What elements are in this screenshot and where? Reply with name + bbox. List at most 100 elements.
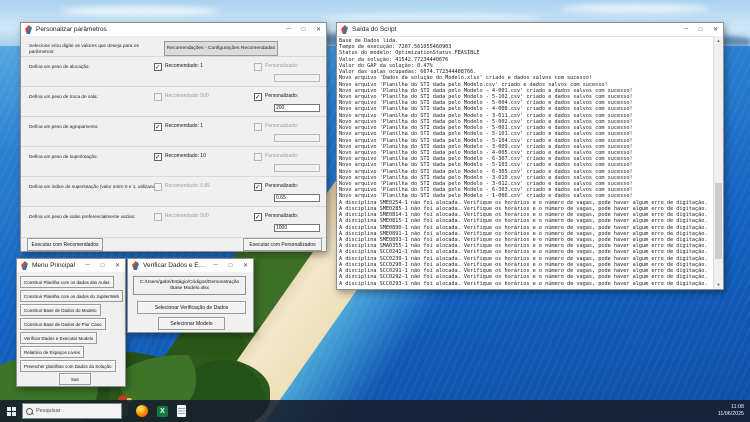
firefox-icon[interactable]	[136, 405, 148, 417]
scroll-down-icon[interactable]	[714, 280, 723, 289]
scroll-up-icon[interactable]	[714, 36, 723, 45]
recommended-label: Recomendado: 1	[165, 63, 203, 69]
console-output: Base de Dados lida. Tempo de execução: 7…	[337, 37, 714, 288]
titlebar[interactable]: Menu Principal	[17, 259, 125, 272]
custom-label: Personalizado:	[265, 183, 298, 189]
taskbar: Pesquisar 11:08 11/06/2025	[0, 400, 750, 422]
excel-icon[interactable]	[157, 406, 168, 417]
custom-label: Personalizado:	[265, 123, 298, 129]
search-icon	[26, 408, 33, 415]
recommended-checkbox[interactable]: Recomendado: 500	[154, 93, 209, 101]
recommended-checkbox[interactable]: Recomendado: 500	[154, 213, 209, 221]
recommended-checkbox[interactable]: Recomendado: 1	[154, 63, 203, 71]
recommended-label: Recomendado: 10	[165, 153, 206, 159]
checkbox-icon	[154, 63, 162, 71]
window-saida-do-script: Saída do Script Base de Dados lida. Temp…	[336, 22, 724, 290]
custom-checkbox[interactable]: Personalizado:	[254, 153, 298, 161]
checkbox-icon	[254, 63, 262, 71]
menu-button-base-dados-modelo[interactable]: Construir Base de Dados do Modelo	[20, 304, 101, 316]
run-custom-button[interactable]: Executar com Personalizados	[243, 238, 322, 251]
recommended-checkbox[interactable]: Recomendado: 0.85	[154, 183, 210, 191]
recommended-checkbox[interactable]: Recomendado: 10	[154, 153, 206, 161]
custom-value-input[interactable]	[274, 164, 320, 172]
titlebar[interactable]: Saída do Script	[337, 23, 723, 36]
run-recommended-button[interactable]: Executar com Recomendados	[27, 238, 103, 251]
custom-checkbox[interactable]: Personalizado:	[254, 93, 298, 101]
python-feather-icon	[341, 25, 348, 34]
clock-date: 11/06/2025	[718, 411, 744, 418]
minimize-icon[interactable]	[281, 23, 296, 36]
custom-label: Personalizado:	[265, 63, 298, 69]
checkbox-icon	[154, 93, 162, 101]
menu-button-sair[interactable]: Sair	[59, 373, 91, 385]
close-icon[interactable]	[311, 23, 326, 36]
recommended-label: Recomendado: 500	[165, 213, 209, 219]
param-label: Defina um peso de salas preferencialment…	[29, 214, 155, 219]
param-label: Defina um peso de alocação:	[29, 64, 155, 69]
maximize-icon[interactable]	[693, 23, 708, 36]
maximize-icon[interactable]	[95, 259, 110, 272]
start-button[interactable]	[0, 400, 22, 422]
custom-label: Personalizado:	[265, 153, 298, 159]
custom-checkbox[interactable]: Personalizado:	[254, 213, 298, 221]
python-feather-icon	[132, 261, 139, 270]
close-icon[interactable]	[708, 23, 723, 36]
recommended-checkbox[interactable]: Recomendado: 1	[154, 123, 203, 131]
param-row-troca-sala: Defina um peso de troca de sala: Recomen…	[21, 86, 326, 117]
select-model-button[interactable]: Selecionar Modelo	[158, 317, 225, 330]
recommended-label: Recomendado: 1	[165, 123, 203, 129]
param-row-superlotacao: Defina um peso de superlotação: Recomend…	[21, 146, 326, 177]
custom-checkbox[interactable]: Personalizado:	[254, 123, 298, 131]
maximize-icon[interactable]	[296, 23, 311, 36]
param-label: Defina um peso de agrupamento:	[29, 124, 155, 129]
checkbox-icon	[254, 213, 262, 221]
recommended-label: Recomendado: 500	[165, 93, 209, 99]
custom-value-input[interactable]	[274, 194, 320, 202]
document-app-icon[interactable]	[177, 405, 186, 417]
param-row-agrupamento: Defina um peso de agrupamento: Recomenda…	[21, 116, 326, 147]
maximize-icon[interactable]	[223, 259, 238, 272]
menu-button-preencher-planilhas[interactable]: Preencher planilhas com Dados da Solução	[20, 360, 116, 372]
custom-checkbox[interactable]: Personalizado:	[254, 63, 298, 71]
titlebar[interactable]: Personalizar parâmetros	[21, 23, 326, 36]
custom-checkbox[interactable]: Personalizado:	[254, 183, 298, 191]
custom-value-input[interactable]	[274, 74, 320, 82]
close-icon[interactable]	[238, 259, 253, 272]
menu-button-planilha-jupiterweb[interactable]: Construir Planilha com os dados do Jupit…	[20, 290, 123, 302]
minimize-icon[interactable]	[678, 23, 693, 36]
taskbar-search[interactable]: Pesquisar	[22, 403, 122, 419]
menu-button-planilha-aulas[interactable]: Construir Planilha com os dados das Aula…	[20, 276, 114, 288]
select-verification-button[interactable]: Selecionar Verificação de Dados	[137, 301, 246, 314]
window-title: Personalizar parâmetros	[36, 26, 281, 33]
checkbox-icon	[154, 153, 162, 161]
custom-value-input[interactable]	[274, 134, 320, 142]
minimize-icon[interactable]	[208, 259, 223, 272]
window-personalizar-parametros: Personalizar parâmetros Selecione e/ou d…	[20, 22, 327, 252]
param-row-alocacao: Defina um peso de alocação: Recomendado:…	[21, 56, 326, 87]
menu-button-verificar-executar[interactable]: Verificar Dados e Executar Modelo	[20, 332, 97, 344]
python-feather-icon	[25, 25, 32, 34]
vertical-scrollbar[interactable]	[713, 36, 723, 289]
checkbox-icon	[154, 213, 162, 221]
custom-value-input[interactable]	[274, 224, 320, 232]
selected-file-path: C:/Users/gabri/Estágio/Códigos/Demonstra…	[133, 276, 246, 295]
custom-value-input[interactable]	[274, 104, 320, 112]
recommended-config-button[interactable]: Recomendações - Configurações Recomendad…	[164, 41, 278, 56]
menu-button-base-dados-pior-caso[interactable]: Construir Base de Dados de Pior Caso	[20, 318, 106, 330]
menu-button-relatorio-espacos[interactable]: Relatório de Espaços Livres	[20, 346, 84, 358]
window-title: Saída do Script	[352, 26, 678, 33]
windows-logo-icon	[7, 407, 16, 416]
checkbox-icon	[254, 123, 262, 131]
scrollbar-thumb[interactable]	[715, 183, 722, 259]
checkbox-icon	[154, 123, 162, 131]
param-label: Defina um peso de superlotação:	[29, 154, 155, 159]
custom-label: Personalizado:	[265, 93, 298, 99]
titlebar[interactable]: Verificar Dados e Executar ...	[128, 259, 253, 272]
clock-time: 11:08	[718, 404, 744, 411]
minimize-icon[interactable]	[80, 259, 95, 272]
cloud	[560, 4, 710, 13]
window-verificar-dados: Verificar Dados e Executar ... C:/Users/…	[127, 258, 254, 333]
checkbox-icon	[254, 183, 262, 191]
taskbar-clock[interactable]: 11:08 11/06/2025	[718, 404, 744, 418]
close-icon[interactable]	[110, 259, 125, 272]
